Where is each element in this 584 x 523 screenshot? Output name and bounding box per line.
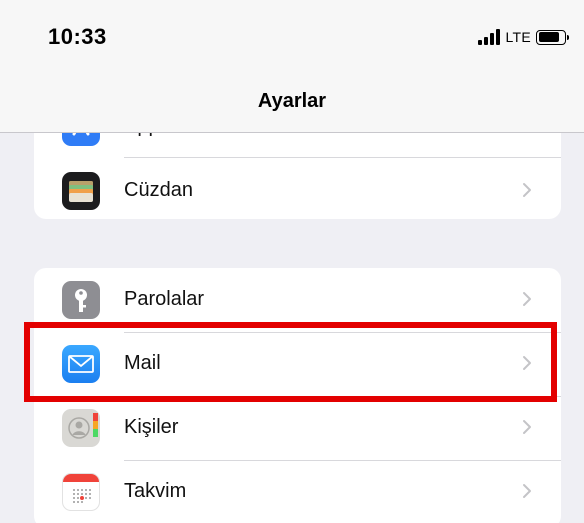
status-time: 10:33 (48, 24, 107, 49)
contacts-icon (62, 409, 100, 447)
settings-screen: 10:33 LTE Ayarlar App Store (0, 0, 584, 523)
navigation-bar-overlay: Ayarlar (0, 72, 584, 133)
chevron-right-icon (523, 292, 531, 306)
mail-row-highlight-box (24, 322, 557, 402)
row-divider (124, 157, 561, 158)
settings-row-label: Kişiler (124, 416, 179, 438)
chevron-right-icon (523, 420, 531, 434)
settings-row-contacts[interactable]: Kişiler (34, 396, 561, 460)
chevron-right-icon (523, 183, 531, 197)
status-indicators: LTE (478, 27, 569, 47)
wallet-icon (62, 172, 100, 210)
calendar-icon (62, 473, 100, 511)
page-title: Ayarlar (257, 90, 327, 112)
settings-row-calendar[interactable]: Takvim (34, 460, 561, 523)
cellular-signal-icon (478, 29, 501, 45)
battery-icon (536, 29, 569, 45)
settings-row-label: Parolalar (124, 288, 205, 310)
chevron-right-icon (523, 484, 531, 498)
settings-row-wallet[interactable]: Cüzdan (34, 159, 561, 219)
network-type: LTE (505, 29, 531, 45)
battery-level-fill (538, 32, 559, 42)
settings-row-label: Cüzdan (124, 179, 193, 201)
status-bar-overlay: 10:33 LTE (0, 0, 584, 72)
key-icon (62, 281, 100, 319)
settings-row-label: Takvim (124, 480, 187, 502)
